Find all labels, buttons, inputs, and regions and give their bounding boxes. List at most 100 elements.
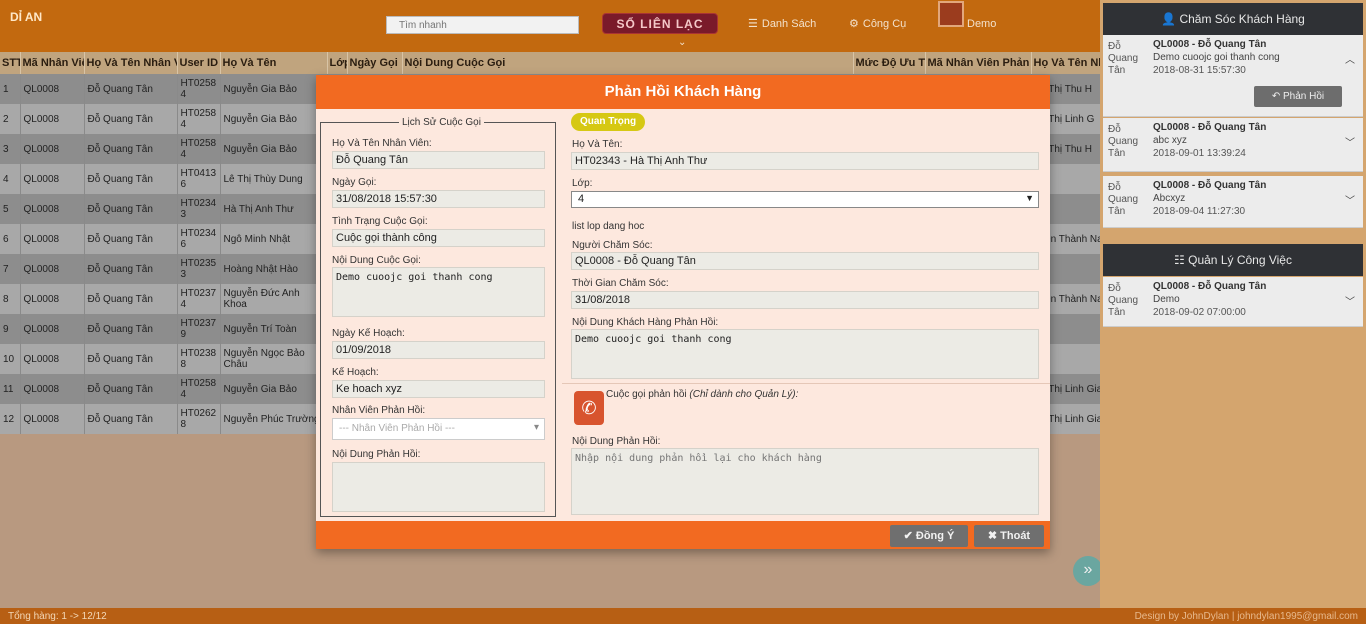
exit-button[interactable]: ✖ Thoát [974, 525, 1044, 547]
task-panel-header[interactable]: ☷ Quản Lý Công Việc [1103, 244, 1363, 276]
cell-staff-name: Đỗ Quang Tân [84, 344, 178, 374]
cell-name: Nguyễn Trí Toàn [220, 314, 328, 344]
cell-user-id: HT0235 3 [177, 254, 221, 284]
carer-field[interactable]: QL0008 - Đỗ Quang Tân [571, 252, 1039, 270]
cell-name: Nguyễn Ngọc Bảo Châu [220, 344, 328, 374]
call-status-field[interactable]: Cuộc gọi thành công [332, 229, 545, 247]
cell-name: Hà Thị Anh Thư [220, 194, 328, 224]
reply-label: Nội Dung Phản Hồi: [572, 436, 661, 447]
nav-tools[interactable]: ⚙ Công Cụ [849, 17, 906, 30]
col-staff-name[interactable]: Họ Và Tên Nhân Viên [84, 52, 178, 74]
care-time-field[interactable]: 31/08/2018 [571, 291, 1039, 309]
cell-user-id: HT0413 6 [177, 164, 221, 194]
chevron-down-icon[interactable]: ⌄ [678, 37, 686, 48]
cell-name: Nguyễn Phúc Trường [220, 404, 328, 434]
caret-down-icon: ▾ [533, 422, 539, 433]
col-stt[interactable]: STT [0, 52, 21, 74]
task-item-title: QL0008 - Đỗ Quang Tân [1153, 281, 1267, 292]
chevron-down-icon[interactable]: ﹀ [1345, 293, 1355, 308]
cell-name: Hoàng Nhật Hào [220, 254, 328, 284]
col-reply-staff-id[interactable]: Mã Nhân Viên Phản Hồi [925, 52, 1032, 74]
col-name[interactable]: Họ Và Tên [220, 52, 328, 74]
cell-staff-id: QL0008 [20, 194, 85, 224]
task-item-time: 2018-09-02 07:00:00 [1153, 307, 1246, 318]
callback-note: (Chỉ dành cho Quản Lý): [689, 389, 799, 400]
cell-name: Nguyễn Gia Bảo [220, 134, 328, 164]
divider [562, 383, 1050, 384]
expand-panel-button[interactable]: » [1073, 556, 1103, 586]
class-select[interactable]: 4 ▼ [571, 191, 1039, 208]
reply-content-field[interactable] [332, 462, 545, 512]
cell-staff-id: QL0008 [20, 104, 85, 134]
cell-user-id: HT0234 3 [177, 194, 221, 224]
callback-title: Cuộc gọi phản hồi [606, 389, 687, 400]
phone-icon[interactable]: ✆ [574, 391, 604, 425]
cell-stt: 12 [0, 404, 21, 434]
cell-stt: 3 [0, 134, 21, 164]
student-name-field[interactable]: HT02343 - Hà Thị Anh Thư [571, 152, 1039, 170]
nav-tools-label: Công Cụ [862, 18, 907, 30]
col-priority[interactable]: Mức Độ Ưu Tiên [853, 52, 926, 74]
col-call-content[interactable]: Nội Dung Cuộc Gọi [402, 52, 854, 74]
contact-book-button[interactable]: SỔ LIÊN LẠC [602, 13, 718, 34]
reply-textarea[interactable] [571, 448, 1039, 515]
task-item[interactable]: Đỗ Quang Tân QL0008 - Đỗ Quang Tân Demo … [1103, 277, 1363, 327]
care-item-message: abc xyz [1153, 135, 1187, 146]
care-item-title: QL0008 - Đỗ Quang Tân [1153, 39, 1267, 50]
call-date-field[interactable]: 31/08/2018 15:57:30 [332, 190, 545, 208]
row-count: Tổng hàng: 1 -> 12/12 [8, 611, 107, 622]
cell-staff-name: Đỗ Quang Tân [84, 224, 178, 254]
agree-button[interactable]: ✔ Đồng Ý [890, 525, 968, 547]
care-item[interactable]: Đỗ Quang Tân QL0008 - Đỗ Quang Tân Abcxy… [1103, 176, 1363, 228]
chevron-down-icon[interactable]: ﹀ [1345, 134, 1355, 149]
agree-button-label: Đồng Ý [915, 530, 955, 542]
care-panel-header[interactable]: 👤 Chăm Sóc Khách Hàng [1103, 3, 1363, 35]
plan-date-field[interactable]: 01/09/2018 [332, 341, 545, 359]
gears-icon: ⚙ [849, 18, 859, 30]
reply-button[interactable]: ↶ Phản Hồi [1254, 86, 1342, 107]
call-content-label: Nội Dung Cuộc Gọi: [332, 255, 421, 266]
chevron-up-icon[interactable]: ︿ [1345, 51, 1355, 66]
task-item-avatar: Đỗ Quang Tân [1108, 283, 1139, 318]
col-user-id[interactable]: User ID [177, 52, 221, 74]
care-item-avatar: Đỗ Quang Tân [1108, 182, 1139, 217]
care-item-message: Abcxyz [1153, 193, 1186, 204]
modal-footer: ✔ Đồng Ý ✖ Thoát [316, 521, 1050, 549]
cell-name: Nguyễn Đức Anh Khoa [220, 284, 328, 314]
plan-field[interactable]: Ke hoach xyz [332, 380, 545, 398]
care-item[interactable]: Đỗ Quang Tân QL0008 - Đỗ Quang Tân abc x… [1103, 118, 1363, 172]
care-panel-title: Chăm Sóc Khách Hàng [1179, 12, 1305, 26]
cell-stt: 2 [0, 104, 21, 134]
customer-reply-field[interactable]: Demo cuoojc goi thanh cong [571, 329, 1039, 379]
reply-staff-select[interactable]: --- Nhân Viên Phản Hồi --- ▾ [332, 418, 545, 440]
customer-feedback-modal: Phản Hồi Khách Hàng Lịch Sử Cuộc Gọi Họ … [316, 75, 1050, 549]
col-class[interactable]: Lớp [327, 52, 348, 74]
reply-icon: ↶ [1271, 91, 1281, 102]
brand-logo[interactable]: DỈ AN [10, 10, 42, 24]
nav-list-label: Danh Sách [761, 18, 817, 30]
chevron-down-icon[interactable]: ﹀ [1345, 192, 1355, 207]
staff-name-field[interactable]: Đỗ Quang Tân [332, 151, 545, 169]
care-item-title: QL0008 - Đỗ Quang Tân [1153, 122, 1267, 133]
plan-label: Kế Hoạch: [332, 367, 379, 378]
cell-user-id: HT0238 8 [177, 344, 221, 374]
avatar[interactable] [938, 1, 964, 27]
quick-search-input[interactable] [386, 16, 579, 34]
cell-stt: 9 [0, 314, 21, 344]
care-time-label: Thời Gian Chăm Sóc: [572, 278, 669, 289]
cell-user-id: HT0237 9 [177, 314, 221, 344]
carer-label: Người Chăm Sóc: [572, 240, 653, 251]
call-content-field[interactable]: Demo cuoojc goi thanh cong [332, 267, 545, 317]
care-item[interactable]: Đỗ Quang Tân QL0008 - Đỗ Quang Tân Demo … [1103, 35, 1363, 117]
priority-badge[interactable]: Quan Trọng [571, 113, 645, 131]
call-status-label: Tình Trạng Cuộc Gọi: [332, 216, 428, 227]
col-call-date[interactable]: Ngày Gọi [347, 52, 403, 74]
cell-staff-name: Đỗ Quang Tân [84, 284, 178, 314]
cell-staff-id: QL0008 [20, 254, 85, 284]
cell-staff-id: QL0008 [20, 134, 85, 164]
nav-list[interactable]: ☰ Danh Sách [748, 17, 816, 30]
col-staff-id[interactable]: Mã Nhân Viên [20, 52, 85, 74]
user-name[interactable]: Demo [967, 18, 996, 30]
care-item-time: 2018-09-04 11:27:30 [1153, 206, 1246, 217]
care-item-time: 2018-09-01 13:39:24 [1153, 148, 1246, 159]
